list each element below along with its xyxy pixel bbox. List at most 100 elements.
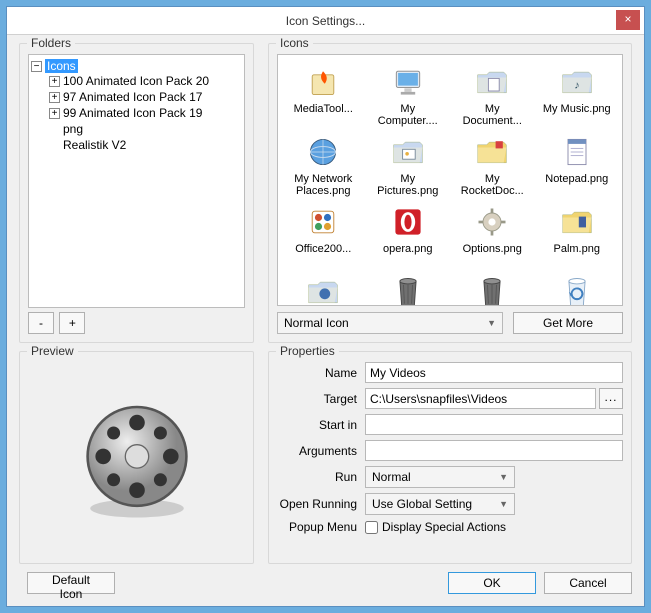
tree-children: +100 Animated Icon Pack 20 +97 Animated … (31, 73, 242, 153)
mediatool-icon (304, 63, 342, 101)
trash1-icon (389, 273, 427, 306)
window: Icon Settings... × Folders −Icons +100 A… (6, 6, 645, 607)
ok-button[interactable]: OK (448, 572, 536, 594)
open-running-combo[interactable]: Use Global Setting ▼ (365, 493, 515, 515)
footer: Default Icon OK Cancel (19, 572, 632, 594)
icons-group: Icons MediaTool...My Computer....My Docu… (268, 43, 632, 343)
tree-item[interactable]: +97 Animated Icon Pack 17 (49, 89, 242, 105)
mydocuments-icon (473, 63, 511, 101)
properties-label: Properties (276, 344, 339, 358)
tree-root[interactable]: −Icons +100 Animated Icon Pack 20 +97 An… (31, 58, 242, 154)
tree-item[interactable]: png (49, 121, 242, 137)
name-label: Name (277, 366, 365, 380)
preview-image (72, 394, 202, 524)
mymusic-icon: ♪ (558, 63, 596, 101)
add-folder-button[interactable]: + (59, 312, 85, 334)
tree-item[interactable]: +99 Animated Icon Pack 19 (49, 105, 242, 121)
icon-label: MediaTool... (284, 103, 363, 127)
arguments-label: Arguments (277, 444, 365, 458)
icon-item-pc[interactable] (282, 271, 365, 306)
icon-item-trash1[interactable] (367, 271, 450, 306)
icon-item-rocketdock[interactable]: My RocketDoc... (451, 131, 534, 199)
properties-group: Properties Name Target ... Start in Argu… (268, 351, 632, 564)
tree-label[interactable]: Icons (45, 59, 78, 73)
icon-label: Palm.png (538, 243, 617, 267)
tree-item[interactable]: Realistik V2 (49, 137, 242, 153)
icon-item-palm[interactable]: Palm.png (536, 201, 619, 269)
opera-icon (389, 203, 427, 241)
icons-label: Icons (276, 36, 313, 50)
icon-item-opera[interactable]: opera.png (367, 201, 450, 269)
remove-folder-button[interactable]: - (28, 312, 54, 334)
target-input[interactable] (365, 388, 596, 409)
name-input[interactable] (365, 362, 623, 383)
chevron-down-icon: ▼ (499, 472, 508, 482)
icon-item-trash3[interactable] (536, 271, 619, 306)
icon-item-mycomputer[interactable]: My Computer.... (367, 61, 450, 129)
icon-label: My RocketDoc... (453, 173, 532, 197)
mycomputer-icon (389, 63, 427, 101)
rocketdock-icon (473, 133, 511, 171)
chevron-down-icon: ▼ (499, 499, 508, 509)
trash2-icon (473, 273, 511, 306)
tree-item[interactable]: +100 Animated Icon Pack 20 (49, 73, 242, 89)
icon-item-office[interactable]: Office200... (282, 201, 365, 269)
target-label: Target (277, 392, 365, 406)
icon-label: My Network Places.png (284, 173, 363, 197)
trash3-icon (558, 273, 596, 306)
combo-value: Normal Icon (284, 316, 349, 330)
cancel-button[interactable]: Cancel (544, 572, 632, 594)
icon-label: opera.png (369, 243, 448, 267)
run-label: Run (277, 470, 365, 484)
palm-icon (558, 203, 596, 241)
icon-label: Office200... (284, 243, 363, 267)
expand-icon[interactable]: + (49, 92, 60, 103)
startin-label: Start in (277, 418, 365, 432)
chevron-down-icon: ▼ (487, 318, 496, 328)
icon-item-mypictures[interactable]: My Pictures.png (367, 131, 450, 199)
special-actions-checkbox[interactable] (365, 521, 378, 534)
svg-text:♪: ♪ (574, 79, 579, 91)
mypictures-icon (389, 133, 427, 171)
open-running-label: Open Running (277, 497, 365, 511)
icon-label: Notepad.png (538, 173, 617, 197)
icon-item-mydocuments[interactable]: My Document... (451, 61, 534, 129)
arguments-input[interactable] (365, 440, 623, 461)
mynetwork-icon (304, 133, 342, 171)
icon-item-mymusic[interactable]: ♪ My Music.png (536, 61, 619, 129)
icon-label: My Pictures.png (369, 173, 448, 197)
default-icon-button[interactable]: Default Icon (27, 572, 115, 594)
collapse-icon[interactable]: − (31, 61, 42, 72)
window-title: Icon Settings... (286, 14, 365, 28)
icon-item-trash2[interactable] (451, 271, 534, 306)
expand-icon[interactable]: + (49, 108, 60, 119)
browse-button[interactable]: ... (599, 388, 623, 409)
options-icon (473, 203, 511, 241)
icon-label: My Music.png (538, 103, 617, 127)
icon-label: Options.png (453, 243, 532, 267)
titlebar: Icon Settings... × (7, 7, 644, 35)
special-actions-label: Display Special Actions (382, 520, 506, 534)
pc-icon (304, 273, 342, 306)
icon-list[interactable]: MediaTool...My Computer....My Document..… (277, 54, 623, 306)
get-more-button[interactable]: Get More (513, 312, 623, 334)
icon-item-options[interactable]: Options.png (451, 201, 534, 269)
preview-label: Preview (27, 344, 78, 358)
icon-item-mediatool[interactable]: MediaTool... (282, 61, 365, 129)
folders-label: Folders (27, 36, 75, 50)
preview-group: Preview (19, 351, 254, 564)
office-icon (304, 203, 342, 241)
startin-input[interactable] (365, 414, 623, 435)
icon-item-notepad[interactable]: Notepad.png (536, 131, 619, 199)
folder-tree[interactable]: −Icons +100 Animated Icon Pack 20 +97 An… (28, 54, 245, 308)
folders-group: Folders −Icons +100 Animated Icon Pack 2… (19, 43, 254, 343)
icon-label: My Computer.... (369, 103, 448, 127)
icon-item-mynetwork[interactable]: My Network Places.png (282, 131, 365, 199)
run-combo[interactable]: Normal ▼ (365, 466, 515, 488)
icon-size-combo[interactable]: Normal Icon ▼ (277, 312, 503, 334)
expand-icon[interactable]: + (49, 76, 60, 87)
icon-label: My Document... (453, 103, 532, 127)
popup-label: Popup Menu (277, 520, 365, 534)
close-button[interactable]: × (616, 10, 640, 30)
notepad-icon (558, 133, 596, 171)
